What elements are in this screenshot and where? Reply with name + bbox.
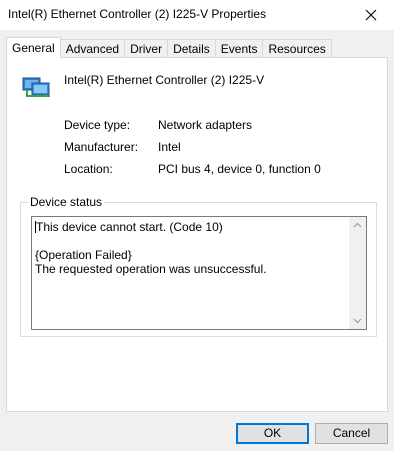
network-adapter-icon — [22, 77, 50, 97]
location-label: Location: — [64, 162, 113, 176]
ok-button[interactable]: OK — [236, 423, 309, 444]
scroll-up-arrow-icon[interactable] — [353, 221, 362, 230]
cancel-button[interactable]: Cancel — [315, 423, 388, 444]
device-status-message: This device cannot start. (Code 10) {Ope… — [35, 220, 267, 276]
device-type-value: Network adapters — [158, 118, 253, 132]
title-bar[interactable]: Intel(R) Ethernet Controller (2) I225-V … — [0, 0, 394, 30]
manufacturer-label: Manufacturer: — [64, 140, 139, 154]
device-name: Intel(R) Ethernet Controller (2) I225-V — [64, 73, 265, 87]
close-button[interactable] — [348, 0, 394, 30]
device-status-textbox[interactable]: This device cannot start. (Code 10) {Ope… — [31, 216, 367, 330]
status-scrollbar[interactable] — [349, 217, 366, 329]
device-status-group: Device status This device cannot start. … — [20, 195, 377, 337]
device-type-label: Device type: — [64, 118, 131, 132]
window-title: Intel(R) Ethernet Controller (2) I225-V … — [8, 7, 267, 21]
tab-driver[interactable]: Driver — [124, 39, 169, 58]
tab-events[interactable]: Events — [214, 39, 264, 58]
tab-details[interactable]: Details — [167, 39, 216, 58]
tab-strip: General Advanced Driver Details Events R… — [6, 37, 332, 58]
scroll-down-arrow-icon[interactable] — [353, 316, 362, 325]
tab-general[interactable]: General — [6, 37, 61, 58]
properties-dialog: Intel(R) Ethernet Controller (2) I225-V … — [0, 0, 394, 451]
tab-advanced[interactable]: Advanced — [59, 39, 126, 58]
general-tab-panel: Intel(R) Ethernet Controller (2) I225-V … — [6, 57, 388, 412]
manufacturer-value: Intel — [158, 140, 181, 154]
device-status-legend: Device status — [28, 195, 105, 209]
location-value: PCI bus 4, device 0, function 0 — [158, 162, 321, 176]
close-icon — [365, 9, 377, 21]
device-status-text: This device cannot start. (Code 10) {Ope… — [35, 220, 347, 276]
tab-resources[interactable]: Resources — [262, 39, 332, 58]
